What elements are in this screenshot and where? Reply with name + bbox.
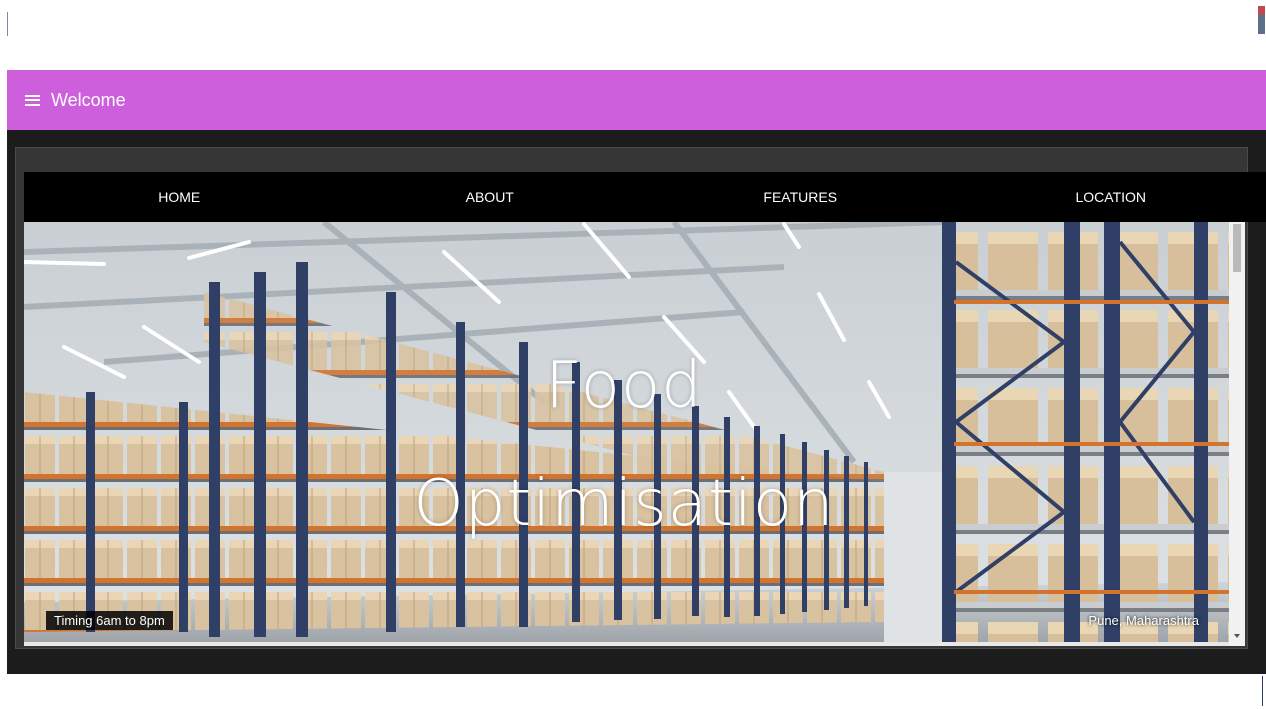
hamburger-menu-icon[interactable] xyxy=(25,94,40,106)
timing-label: Timing 6am to 8pm xyxy=(46,611,173,630)
hero-title-line-1: Food xyxy=(545,349,703,423)
window-edge-mark xyxy=(7,12,8,36)
app-bar: Welcome xyxy=(7,70,1266,130)
scroll-down-arrow-icon[interactable] xyxy=(1234,634,1240,638)
hero-banner: Food Optimisation Timing 6am to 8pm Pune… xyxy=(24,222,1229,642)
nav-about[interactable]: ABOUT xyxy=(335,172,646,222)
scrollbar-thumb[interactable] xyxy=(1233,224,1241,272)
nav-home[interactable]: HOME xyxy=(24,172,335,222)
hero-bottom-edge xyxy=(24,642,1229,646)
nav-features[interactable]: FEATURES xyxy=(645,172,956,222)
top-navigation: HOME ABOUT FEATURES LOCATION xyxy=(24,172,1266,222)
window-edge-line xyxy=(1262,676,1263,706)
hero-title-line-2: Optimisation xyxy=(413,467,835,541)
location-label: Pune, Maharashtra xyxy=(1088,613,1199,628)
vertical-scrollbar[interactable] xyxy=(1229,222,1245,646)
nav-location[interactable]: LOCATION xyxy=(956,172,1266,222)
app-title: Welcome xyxy=(51,89,126,110)
window-edge-icon xyxy=(1258,6,1265,34)
hero-title: Food Optimisation xyxy=(394,327,854,563)
